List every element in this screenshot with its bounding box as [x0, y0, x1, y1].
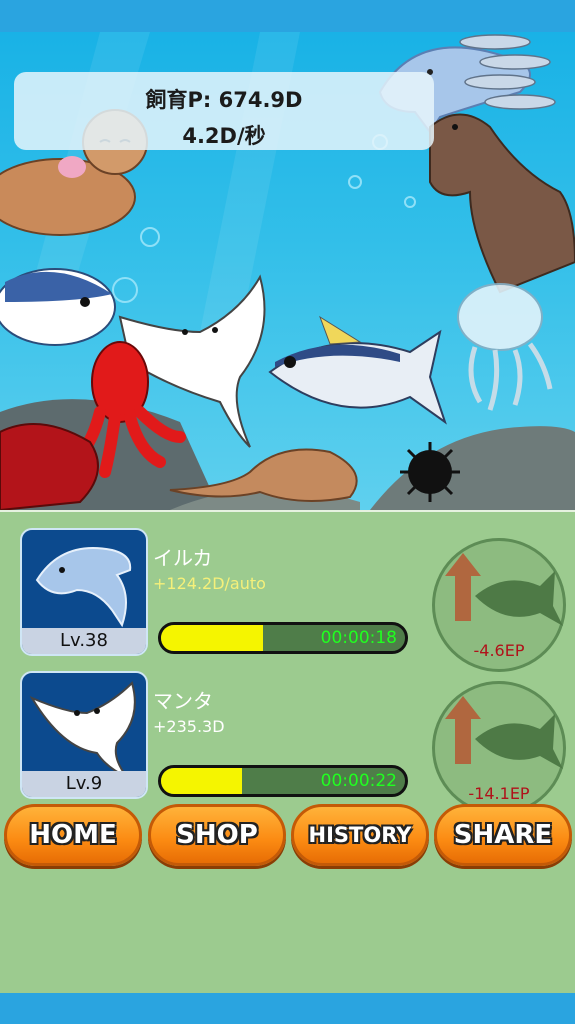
creature-rate: +235.3D [153, 717, 225, 736]
creature-level: Lv.9 [22, 771, 146, 797]
creature-card-dolphin[interactable]: Lv.38 [20, 528, 148, 656]
evolve-cost: -14.1EP [468, 784, 530, 803]
top-bar [0, 0, 575, 32]
bottom-bar [0, 993, 575, 1024]
creature-rate: +124.2D/auto [153, 574, 266, 593]
dolphin-icon [35, 547, 132, 628]
breeding-points: 飼育P: 674.9D [145, 88, 303, 112]
history-button[interactable]: HISTORY [291, 804, 429, 866]
aquarium-scene[interactable]: 飼育P: 674.9D 4.2D/秒 [0, 32, 575, 510]
shop-button[interactable]: SHOP [148, 804, 286, 866]
evolve-cost: -4.6EP [473, 641, 525, 660]
creature-level: Lv.38 [22, 628, 146, 654]
creature-card-manta[interactable]: Lv.9 [20, 671, 148, 799]
score-panel: 飼育P: 674.9D 4.2D/秒 [14, 72, 434, 150]
bottom-nav: HOME SHOP HISTORY SHARE [0, 804, 575, 870]
progress-fill [161, 625, 264, 651]
evolve-button[interactable]: -14.1EP [432, 681, 566, 815]
manta-icon [29, 681, 136, 778]
creature-panel: Lv.38 イルカ +124.2D/auto 00:00:18 -4.6EP L… [0, 510, 575, 993]
evolve-arrow-icon [445, 553, 563, 626]
progress-timer: 00:00:22 [320, 771, 397, 791]
creature-name: マンタ [153, 689, 213, 713]
creature-row: Lv.9 マンタ +235.3D 00:00:22 -14.1EP [0, 671, 575, 815]
progress-fill [161, 768, 242, 794]
progress-timer: 00:00:18 [320, 628, 397, 648]
evolve-button[interactable]: -4.6EP [432, 538, 566, 672]
growth-progress-bar: 00:00:18 [158, 622, 408, 654]
creature-row: Lv.38 イルカ +124.2D/auto 00:00:18 -4.6EP [0, 528, 575, 672]
home-button[interactable]: HOME [4, 804, 142, 866]
growth-progress-bar: 00:00:22 [158, 765, 408, 797]
share-button[interactable]: SHARE [434, 804, 572, 866]
creature-name: イルカ [153, 546, 213, 570]
points-per-second: 4.2D/秒 [182, 124, 266, 148]
evolve-arrow-icon [445, 696, 563, 769]
